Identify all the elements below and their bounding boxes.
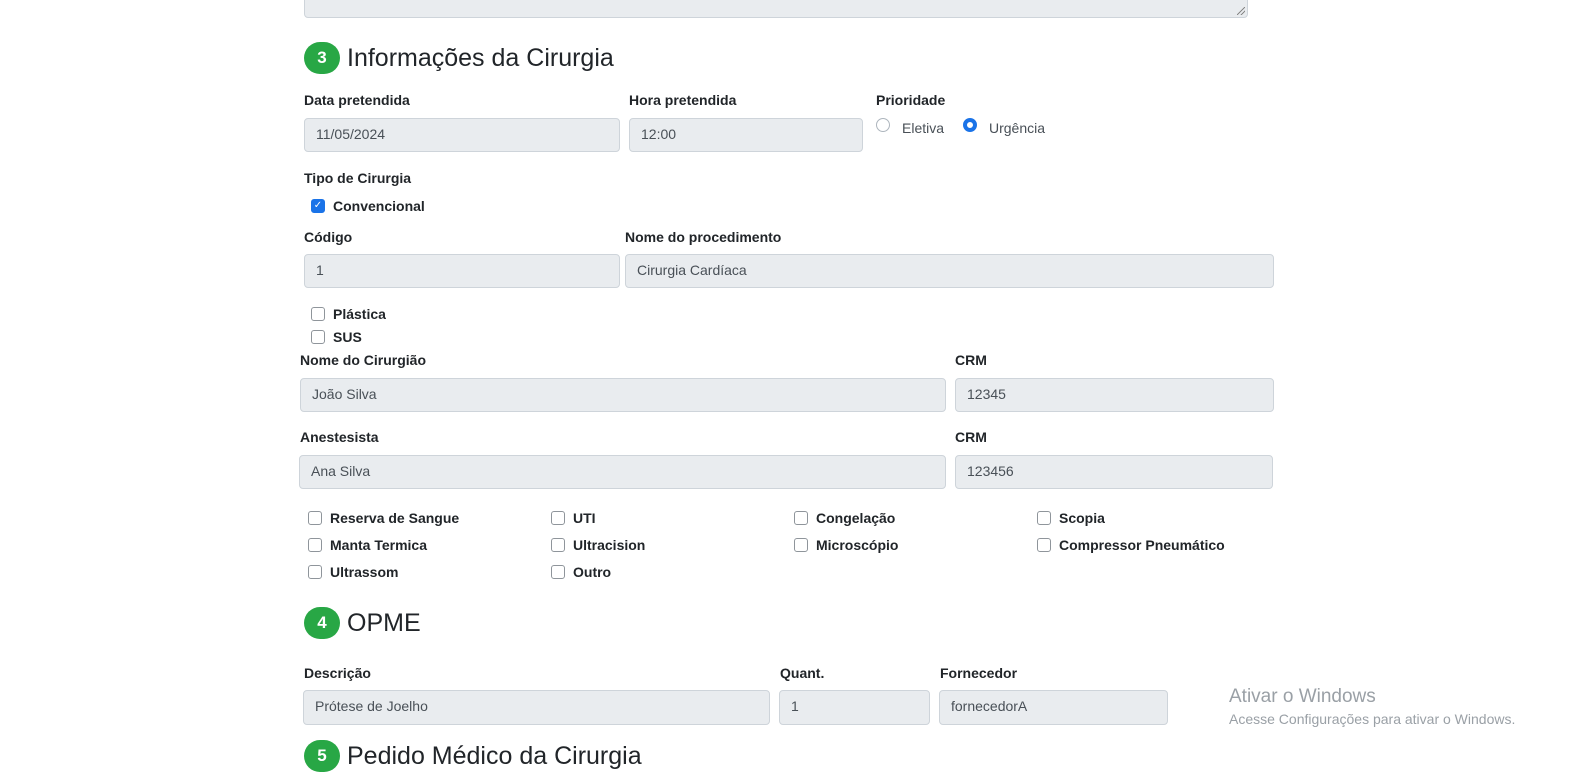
checkbox[interactable]: [1037, 538, 1051, 552]
fornecedor-label: Fornecedor: [940, 665, 1018, 681]
checkbox[interactable]: [311, 307, 325, 321]
checkbox-label: Scopia: [1059, 510, 1105, 526]
radio-eletiva[interactable]: Eletiva: [876, 118, 945, 136]
radio-label: Eletiva: [902, 120, 945, 136]
section-5-header: 5 Pedido Médico da Cirurgia: [304, 740, 642, 772]
quant-label: Quant.: [780, 665, 825, 681]
nome-procedimento-label: Nome do procedimento: [625, 229, 782, 245]
checkbox[interactable]: [794, 538, 808, 552]
checkbox-label: SUS: [333, 329, 362, 345]
checkbox-reserva-sangue[interactable]: Reserva de Sangue: [308, 510, 459, 526]
quant-input[interactable]: 1: [779, 690, 930, 725]
data-pretendida-label: Data pretendida: [304, 92, 410, 108]
checkbox[interactable]: [551, 511, 565, 525]
anestesista-label: Anestesista: [300, 429, 379, 445]
section-3-header: 3 Informações da Cirurgia: [304, 42, 614, 74]
checkbox-sus[interactable]: SUS: [311, 329, 362, 345]
anestesista-input[interactable]: Ana Silva: [299, 455, 946, 489]
nome-procedimento-input[interactable]: Cirurgia Cardíaca: [625, 254, 1274, 288]
cirurgiao-input[interactable]: João Silva: [300, 378, 946, 412]
prioridade-label: Prioridade: [876, 92, 946, 108]
crm-cirurgiao-input[interactable]: 12345: [955, 378, 1274, 412]
cirurgiao-label: Nome do Cirurgião: [300, 352, 427, 368]
descricao-label: Descrição: [304, 665, 371, 681]
checkbox-label: UTI: [573, 510, 596, 526]
checkbox-microscopio[interactable]: Microscópio: [794, 537, 898, 553]
crm-anestesista-label: CRM: [955, 429, 987, 445]
checkbox-ultracision[interactable]: Ultracision: [551, 537, 645, 553]
checkbox-label: Reserva de Sangue: [330, 510, 460, 526]
checkbox-label: Congelação: [816, 510, 896, 526]
checkbox-congelacao[interactable]: Congelação: [794, 510, 895, 526]
windows-watermark-subtitle: Acesse Configurações para ativar o Windo…: [1229, 711, 1516, 727]
section-title: Informações da Cirurgia: [347, 43, 614, 72]
checkbox-label: Ultrassom: [330, 564, 399, 580]
checkbox-label: Microscópio: [816, 537, 899, 553]
checkbox-convencional[interactable]: Convencional: [311, 198, 425, 214]
checkbox-outro[interactable]: Outro: [551, 564, 611, 580]
checkbox-ultrassom[interactable]: Ultrassom: [308, 564, 398, 580]
checkbox-label: Plástica: [333, 306, 386, 322]
codigo-input[interactable]: 1: [304, 254, 620, 288]
checkbox[interactable]: [551, 538, 565, 552]
section-4-header: 4 OPME: [304, 607, 421, 639]
fornecedor-input[interactable]: fornecedorA: [939, 690, 1168, 725]
checkbox-uti[interactable]: UTI: [551, 510, 596, 526]
section-number-badge: 3: [304, 42, 340, 74]
checkbox[interactable]: [794, 511, 808, 525]
checkbox[interactable]: [311, 199, 325, 213]
section-number-badge: 4: [304, 607, 340, 639]
checkbox-label: Outro: [573, 564, 612, 580]
checkbox-compressor-pneumatico[interactable]: Compressor Pneumático: [1037, 537, 1225, 553]
checkbox-label: Manta Termica: [330, 537, 427, 553]
section-title: OPME: [347, 608, 421, 637]
hora-pretendida-input[interactable]: 12:00: [629, 118, 863, 152]
radio-label: Urgência: [989, 120, 1046, 136]
data-pretendida-input[interactable]: 11/05/2024: [304, 118, 620, 152]
resize-grip-icon[interactable]: [1237, 7, 1245, 15]
checkbox[interactable]: [311, 330, 325, 344]
crm-anestesista-input[interactable]: 123456: [955, 455, 1273, 489]
checkbox-plastica[interactable]: Plástica: [311, 306, 386, 322]
radio-button[interactable]: [963, 118, 977, 132]
section-number-badge: 5: [304, 740, 340, 772]
radio-urgencia[interactable]: Urgência: [963, 118, 1046, 136]
checkbox-label: Ultracision: [573, 537, 646, 553]
checkbox[interactable]: [308, 538, 322, 552]
codigo-label: Código: [304, 229, 353, 245]
section-title: Pedido Médico da Cirurgia: [347, 741, 642, 770]
checkbox-manta-termica[interactable]: Manta Termica: [308, 537, 427, 553]
tipo-cirurgia-label: Tipo de Cirurgia: [304, 170, 412, 186]
windows-watermark-title: Ativar o Windows: [1229, 686, 1376, 707]
checkbox-label: Convencional: [333, 198, 425, 214]
crm-cirurgiao-label: CRM: [955, 352, 987, 368]
checkbox-label: Compressor Pneumático: [1059, 537, 1225, 553]
descricao-input[interactable]: Prótese de Joelho: [303, 690, 770, 725]
radio-button[interactable]: [876, 118, 890, 132]
checkbox-scopia[interactable]: Scopia: [1037, 510, 1105, 526]
checkbox[interactable]: [551, 565, 565, 579]
observations-textarea[interactable]: [304, 0, 1248, 18]
checkbox[interactable]: [308, 565, 322, 579]
checkbox[interactable]: [1037, 511, 1051, 525]
hora-pretendida-label: Hora pretendida: [629, 92, 737, 108]
checkbox[interactable]: [308, 511, 322, 525]
